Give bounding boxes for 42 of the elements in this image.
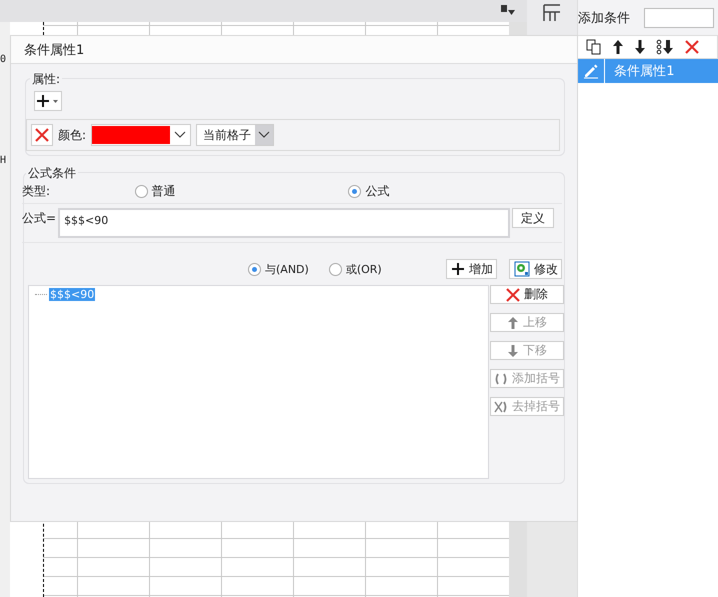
add-button[interactable]: 增加 — [446, 259, 497, 279]
close-icon[interactable] — [684, 39, 700, 55]
formula-field[interactable]: $$$<90 — [58, 208, 510, 238]
radio-button[interactable] — [134, 184, 148, 198]
remove-attribute-button[interactable] — [31, 124, 53, 146]
arrow-down-icon[interactable] — [634, 39, 646, 55]
layout-icon[interactable] — [543, 4, 562, 22]
panel-label: 添加条件 — [578, 10, 630, 26]
arrow-up-icon — [507, 316, 519, 330]
formula-label: 公式= — [22, 210, 56, 227]
dialog-title: 条件属性1 — [11, 36, 577, 64]
pencil-icon — [583, 63, 600, 79]
remove-brackets-icon — [494, 400, 508, 414]
color-label: 颜色: — [58, 126, 86, 144]
arrow-down-icon — [507, 344, 519, 358]
type-label: 类型: — [22, 182, 52, 200]
close-icon — [506, 288, 520, 302]
row-header: H — [0, 155, 8, 166]
move-down-icon[interactable] — [656, 39, 674, 55]
radio-label[interactable]: 与(AND) — [265, 262, 309, 276]
define-button[interactable]: 定义 — [512, 208, 554, 228]
radio-label[interactable]: 普通 — [152, 182, 176, 200]
column-header: 0 — [0, 54, 8, 65]
chevron-down-icon — [258, 131, 270, 139]
section-legend: 公式条件 — [26, 165, 78, 182]
condition-name-field[interactable] — [644, 8, 714, 28]
color-picker[interactable] — [91, 124, 192, 146]
radio-label[interactable]: 或(OR) — [346, 262, 382, 276]
arrow-up-icon[interactable] — [612, 39, 624, 55]
brackets-icon — [494, 372, 508, 386]
modify-button[interactable]: 修改 — [509, 259, 562, 279]
format-icon[interactable] — [501, 5, 516, 17]
add-attribute-button[interactable] — [34, 91, 62, 111]
section-legend: 属性: — [30, 71, 62, 88]
radio-button[interactable] — [348, 184, 362, 198]
radio-label[interactable]: 公式 — [365, 182, 390, 200]
delete-button[interactable]: 删除 — [490, 285, 564, 304]
radio-button[interactable] — [328, 262, 342, 276]
copy-icon[interactable] — [586, 39, 602, 55]
plus-icon — [451, 262, 465, 276]
radio-button[interactable] — [248, 262, 261, 276]
scope-dropdown[interactable]: 当前格子 — [196, 124, 274, 146]
